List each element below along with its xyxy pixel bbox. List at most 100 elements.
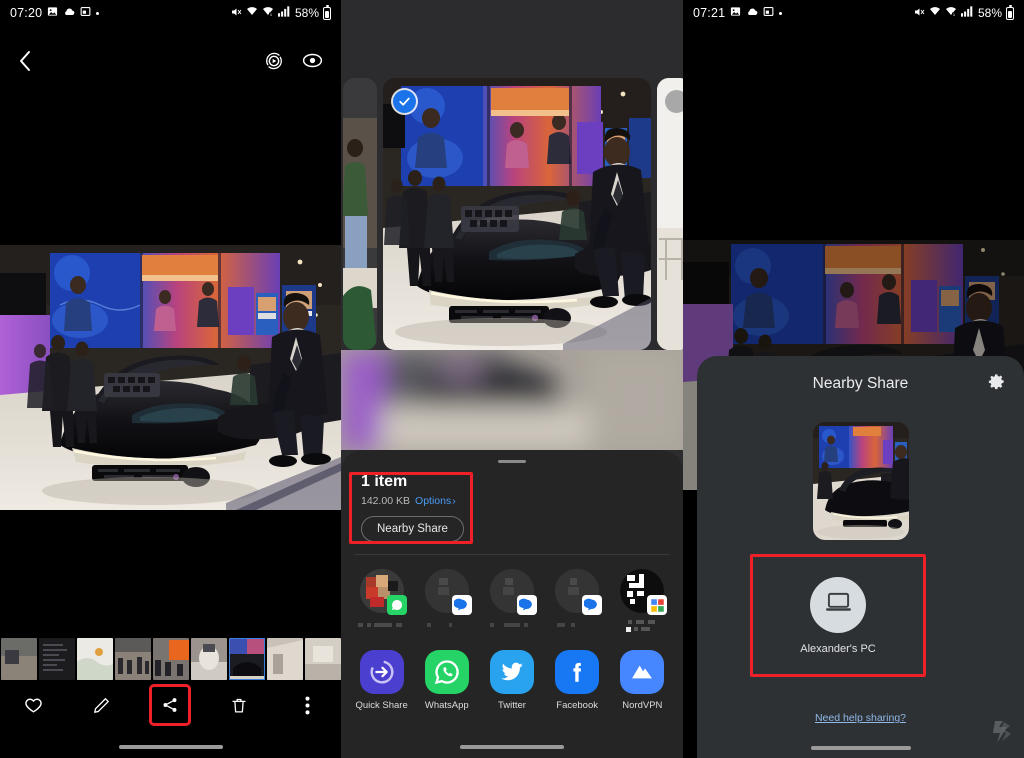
nordvpn-icon (620, 650, 665, 694)
filmstrip-thumb[interactable] (1, 638, 37, 680)
app-quick-share[interactable]: Quick Share (352, 650, 412, 711)
options-link[interactable]: Options › (415, 495, 456, 507)
status-bar-nearby: 07:21 1 58% (683, 0, 1024, 26)
three-panel-screenshot: 07:20 1 58% 1 item 142.00 KB Options › N… (0, 0, 1024, 758)
device-name-label: Alexander's PC (800, 642, 876, 655)
signal-icon (960, 6, 973, 20)
app-label: WhatsApp (424, 700, 469, 711)
sheet-divider (355, 554, 669, 555)
carousel-card-previous[interactable] (343, 78, 377, 350)
app-label: Twitter (497, 700, 526, 711)
cloud-icon (63, 6, 75, 20)
carousel-card-next[interactable] (657, 78, 683, 350)
delete-button[interactable] (222, 688, 256, 722)
panel-share-sheet: 1 item 142.00 KB Options› Nearby Share (341, 0, 683, 758)
wifi-icon (929, 6, 941, 20)
item-meta-row: 142.00 KB Options › (361, 495, 669, 507)
screenshot-icon (763, 6, 774, 20)
dot-icon (96, 11, 100, 15)
laptop-icon (825, 591, 852, 619)
filmstrip-thumb[interactable] (115, 638, 151, 680)
share-button[interactable] (149, 684, 192, 726)
app-label: Quick Share (355, 700, 408, 711)
apps-row: Quick Share WhatsApp Twitter Facebook No… (341, 638, 683, 711)
contact-name-redacted (549, 618, 605, 632)
viewer-top-bar (0, 42, 341, 84)
unselected-circle-icon[interactable] (665, 90, 683, 113)
image-icon (47, 6, 58, 20)
filmstrip-thumb-selected[interactable] (229, 638, 265, 680)
favorite-button[interactable] (17, 688, 51, 722)
contact-suggestion[interactable] (549, 569, 605, 632)
viewer-toolbar (0, 680, 341, 730)
battery-icon (1006, 4, 1014, 20)
screenshot-icon (80, 6, 91, 20)
battery-percent: 58% (977, 6, 1002, 20)
shared-file-thumbnail (812, 422, 909, 540)
device-target-alexanders-pc[interactable]: Alexander's PC (750, 554, 926, 677)
gesture-home-bar[interactable] (810, 746, 911, 750)
filmstrip-thumb[interactable] (191, 638, 227, 680)
panel-photo-viewer: 07:20 1 58% (0, 0, 341, 758)
battery-icon (323, 4, 331, 20)
filmstrip-thumb[interactable] (153, 638, 189, 680)
contacts-row (341, 555, 683, 638)
edit-button[interactable] (85, 688, 119, 722)
mute-icon (230, 6, 242, 21)
bixby-vision-icon[interactable] (302, 50, 323, 76)
nearby-share-pill-button[interactable]: Nearby Share (361, 516, 464, 542)
app-whatsapp[interactable]: WhatsApp (417, 650, 477, 711)
nearby-share-header: Nearby Share (697, 356, 1024, 412)
gear-icon[interactable] (987, 372, 1006, 396)
avatar (620, 569, 668, 615)
filmstrip-thumb[interactable] (77, 638, 113, 680)
gesture-home-bar[interactable] (460, 745, 564, 749)
signal-icon (277, 6, 290, 20)
filmstrip-thumb[interactable] (267, 638, 303, 680)
share-sheet: 1 item 142.00 KB Options› Nearby Share (341, 450, 683, 758)
panel-nearby-share: 07:21 1 58% Nearby Share Alexander's PC … (683, 0, 1024, 758)
call-wifi-icon: 1 (945, 6, 957, 20)
battery-percent: 58% (294, 6, 319, 20)
need-help-sharing-link[interactable]: Need help sharing? (697, 712, 1024, 724)
gesture-home-bar[interactable] (118, 745, 223, 749)
app-twitter[interactable]: Twitter (482, 650, 542, 711)
blurred-backdrop (341, 350, 683, 450)
filmstrip-thumb[interactable] (305, 638, 341, 680)
contact-suggestion[interactable] (614, 569, 670, 632)
contact-name-redacted (614, 618, 670, 632)
twitter-icon (489, 650, 534, 694)
contact-suggestion[interactable] (484, 569, 540, 632)
dot-icon (779, 11, 783, 15)
more-options-button[interactable] (290, 688, 324, 722)
file-size-label: 142.00 KB (361, 495, 411, 507)
contact-suggestion[interactable] (419, 569, 475, 632)
whatsapp-icon (424, 650, 469, 694)
contact-name-redacted (354, 618, 410, 632)
avatar (359, 569, 407, 615)
nearby-share-title: Nearby Share (812, 375, 909, 392)
app-facebook[interactable]: Facebook (547, 650, 607, 711)
app-label: NordVPN (622, 700, 663, 711)
contact-suggestion[interactable] (354, 569, 410, 632)
carousel-card-selected[interactable] (383, 78, 651, 350)
avatar (810, 576, 866, 633)
filmstrip-thumb[interactable] (39, 638, 75, 680)
item-count-label: 1 item (361, 473, 408, 490)
photo-main-viewer[interactable] (0, 245, 341, 510)
status-time: 07:21 (693, 6, 726, 20)
status-time: 07:20 (10, 6, 43, 20)
avatar (555, 569, 603, 615)
nearby-share-sheet: Nearby Share Alexander's PC Need help sh… (697, 356, 1024, 758)
back-button[interactable] (18, 50, 32, 77)
app-label: Facebook (556, 700, 599, 711)
filmstrip[interactable] (0, 638, 341, 680)
messages-badge-icon (582, 595, 603, 615)
avatar (424, 569, 472, 615)
app-nordvpn[interactable]: NordVPN (612, 650, 672, 711)
status-bar-viewer: 07:20 1 58% (0, 0, 341, 26)
motion-photo-icon[interactable] (264, 51, 284, 76)
checkmark-icon[interactable] (393, 90, 416, 113)
wifi-icon (246, 6, 258, 20)
messages-badge-icon (516, 595, 537, 615)
